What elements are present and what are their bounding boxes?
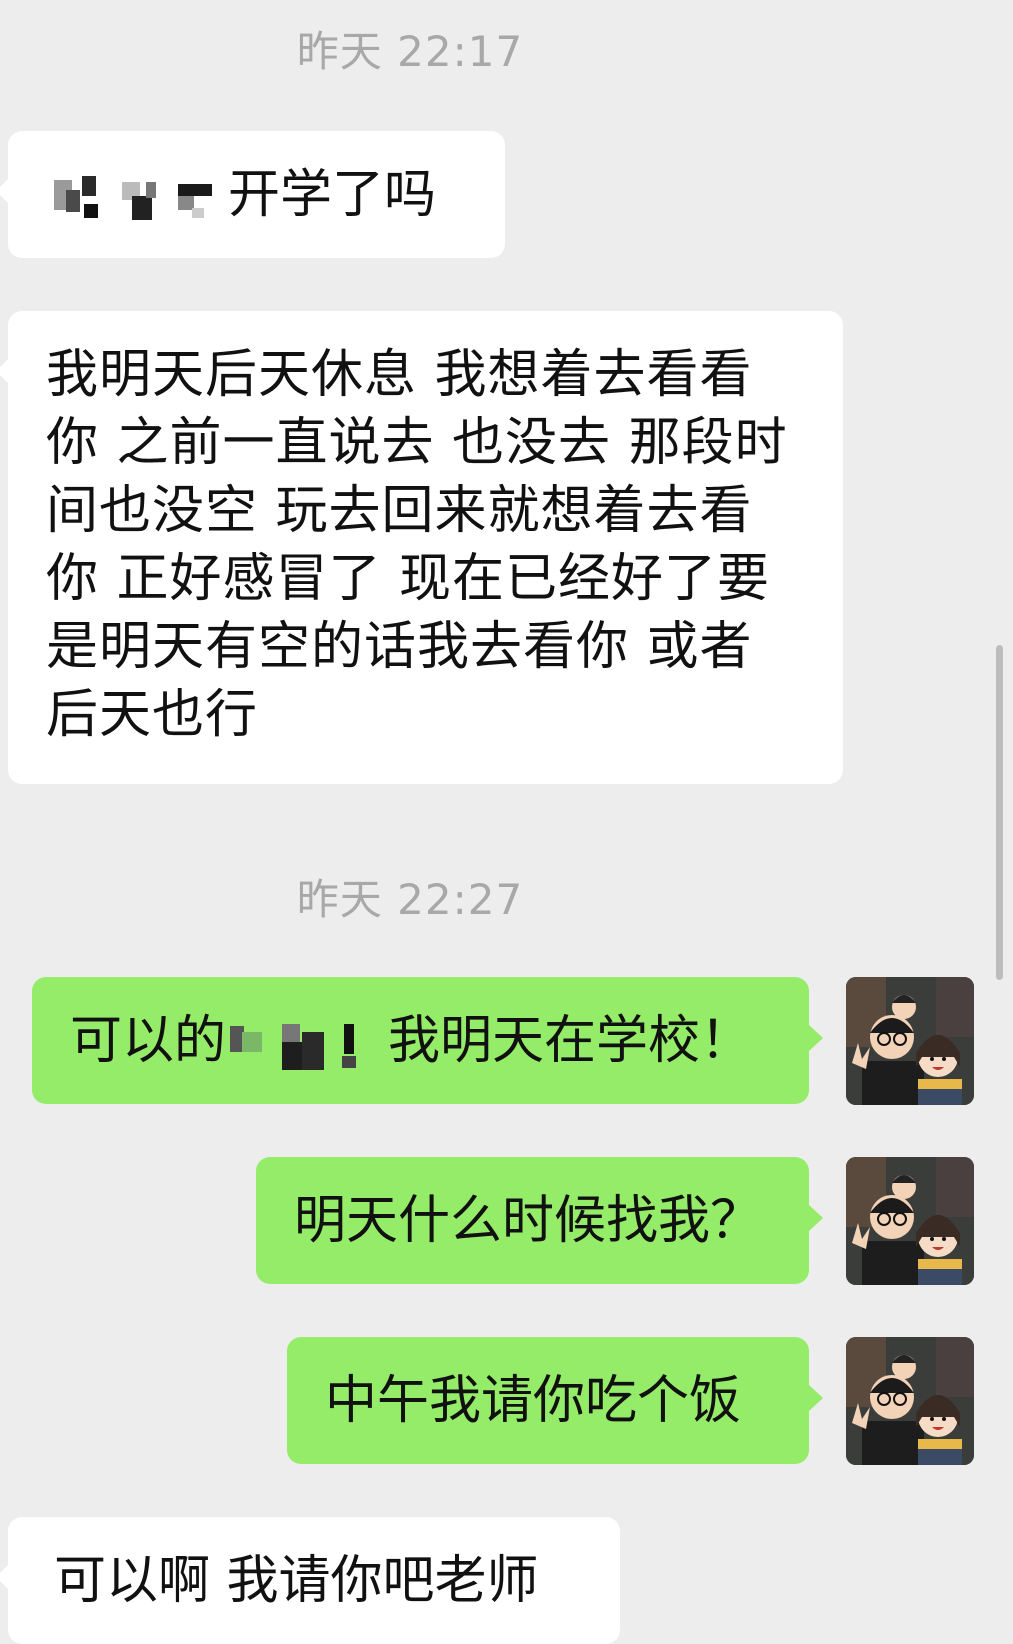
- message-bubble-received[interactable]: 可以啊 我请你吧老师: [0, 1517, 620, 1644]
- my-avatar[interactable]: [846, 1337, 974, 1465]
- message-bubble-sent[interactable]: 中午我请你吃个饭: [287, 1337, 823, 1464]
- timestamp: 昨天 22:17: [296, 27, 524, 76]
- chat-history[interactable]: 昨天 22:17 开学了吗 我明天后天休息 我想着去看看你 之前一直说去 也没去…: [0, 0, 1013, 1644]
- message-text: 我明天在学校！: [388, 1011, 753, 1071]
- timestamp: 昨天 22:27: [296, 875, 524, 924]
- my-avatar[interactable]: [846, 1157, 974, 1285]
- message-bubble-received[interactable]: 我明天后天休息 我想着去看看你 之前一直说去 也没去 那段时间也没空 玩去回来就…: [0, 311, 843, 784]
- message-text: 我明天后天休息 我想着去看看你 之前一直说去 也没去 那段时间也没空 玩去回来就…: [46, 345, 788, 745]
- redacted-name-mosaic: [54, 168, 214, 228]
- cartoon-couple-avatar-icon: [846, 1157, 974, 1285]
- scrollbar[interactable]: [996, 645, 1003, 980]
- cartoon-couple-avatar-icon: [846, 977, 974, 1105]
- message-text: 开学了吗: [228, 165, 437, 225]
- message-text: 明天什么时候找我？: [294, 1191, 763, 1251]
- redacted-name-mosaic: [230, 1014, 368, 1074]
- message-text: 中午我请你吃个饭: [325, 1371, 742, 1431]
- message-text: 可以啊 我请你吧老师: [54, 1551, 539, 1611]
- message-bubble-received[interactable]: 开学了吗: [0, 131, 505, 258]
- cartoon-couple-avatar-icon: [846, 1337, 974, 1465]
- message-bubble-sent[interactable]: 明天什么时候找我？: [256, 1157, 823, 1284]
- message-bubble-sent[interactable]: 可以的 我明天在学校！: [32, 977, 823, 1104]
- message-text: 可以的: [70, 1011, 227, 1071]
- my-avatar[interactable]: [846, 977, 974, 1105]
